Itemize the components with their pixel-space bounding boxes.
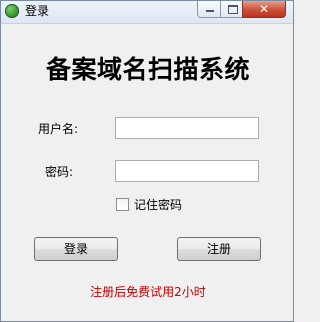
username-input[interactable] — [115, 117, 259, 139]
minimize-icon — [206, 10, 214, 12]
remember-password-checkbox[interactable] — [116, 198, 129, 211]
close-icon: ✕ — [258, 2, 270, 16]
app-icon — [5, 4, 19, 18]
login-window: 登录 ✕ 备案域名扫描系统 用户名: 密码: 记住密码 登录 注册 注册后免费试… — [0, 0, 294, 322]
close-button[interactable]: ✕ — [242, 1, 286, 18]
register-button[interactable]: 注册 — [177, 237, 261, 261]
password-input[interactable] — [115, 160, 259, 182]
window-title: 登录 — [25, 4, 50, 18]
app-headline: 备案域名扫描系统 — [45, 55, 250, 84]
trial-notice: 注册后免费试用2小时 — [90, 285, 206, 299]
title-bar[interactable]: 登录 ✕ — [1, 1, 293, 24]
maximize-button[interactable] — [220, 1, 243, 18]
remember-password-label[interactable]: 记住密码 — [134, 197, 182, 213]
login-button[interactable]: 登录 — [34, 237, 118, 261]
minimize-button[interactable] — [197, 1, 221, 18]
username-label: 用户名: — [38, 122, 79, 136]
password-label: 密码: — [45, 165, 74, 179]
maximize-icon — [228, 5, 238, 14]
